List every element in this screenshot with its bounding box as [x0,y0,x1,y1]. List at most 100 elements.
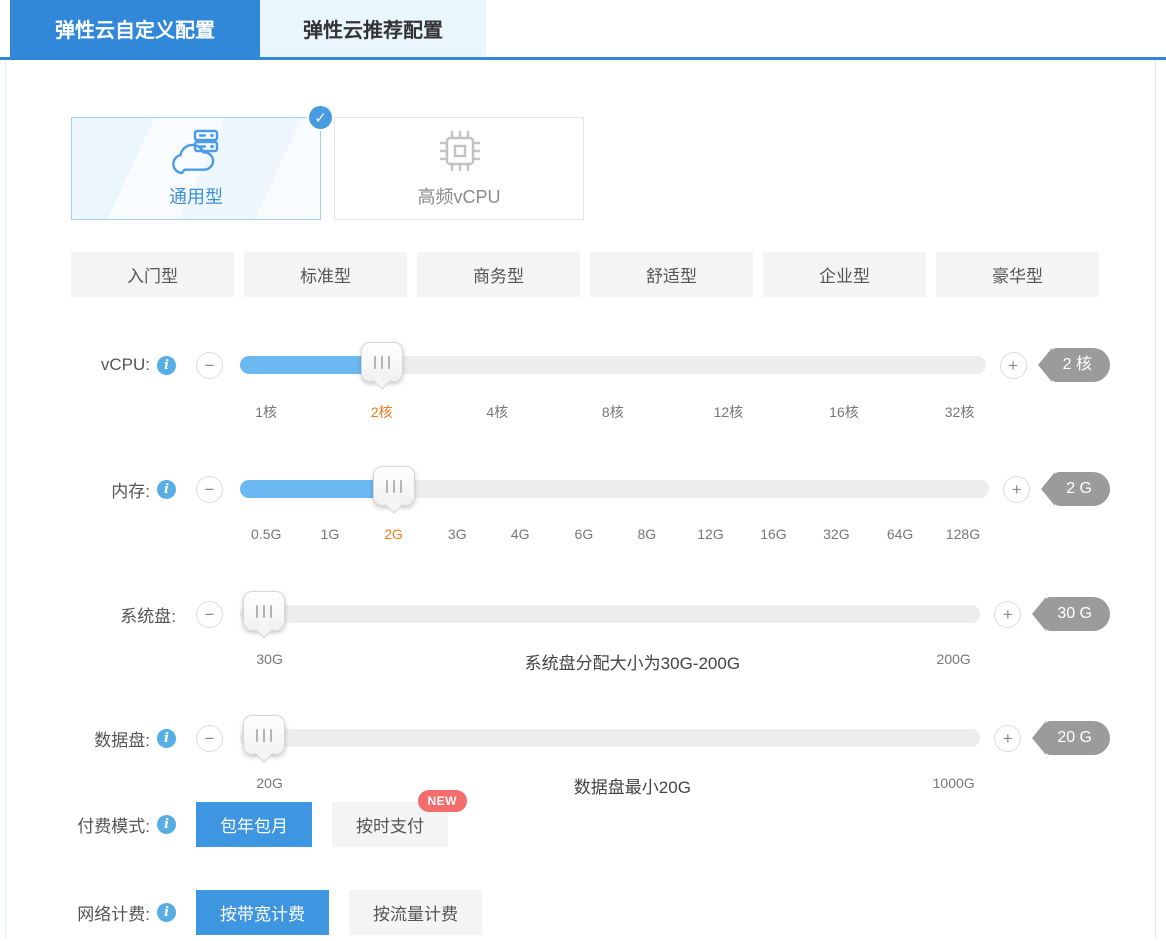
data-disk-value-badge: 20 G [1032,721,1110,755]
system-disk-min-label: 30G [256,651,283,667]
cloud-server-icon [172,129,219,174]
check-icon: ✓ [307,104,334,131]
memory-tick[interactable]: 6G [575,526,594,542]
network-option-by-bandwidth[interactable]: 按带宽计费 [196,890,329,935]
tab-custom-config[interactable]: 弹性云自定义配置 [10,0,260,57]
system-disk-label-text: 系统盘: [120,606,176,626]
data-disk-min-label: 20G [256,775,283,791]
info-icon[interactable]: i [157,903,176,922]
data-disk-label: 数据盘: i [6,726,176,751]
data-disk-slider-row: 数据盘: i − 20G 数据盘最小20G 1000G + 20 G [6,715,1155,797]
payment-option-pay-per-hour[interactable]: 按时支付 NEW [332,790,467,847]
data-disk-slider-handle[interactable] [242,715,285,755]
preset-luxury[interactable]: 豪华型 [936,252,1099,297]
payment-mode-label: 付费模式: i [6,812,176,837]
payment-mode-label-text: 付费模式: [77,817,150,836]
vcpu-tick-selected[interactable]: 2核 [371,402,393,422]
data-disk-slider-track[interactable] [240,729,981,747]
info-icon[interactable]: i [157,815,176,834]
memory-tick[interactable]: 64G [887,526,913,542]
grip-icon [362,343,402,381]
payment-option-label: 按时支付 [356,817,424,836]
vcpu-tick[interactable]: 16核 [829,402,859,422]
network-option-by-traffic[interactable]: 按流量计费 [349,890,482,935]
memory-slider-row: 内存: i − 0.5G 1G 2G 3G 4G 6G 8G 12G 16G 3… [6,466,1155,542]
memory-tick[interactable]: 0.5G [251,526,281,542]
vcpu-tick[interactable]: 1核 [255,402,277,422]
memory-slider-track[interactable] [240,480,990,498]
info-icon[interactable]: i [157,355,176,375]
instance-type-label: 通用型 [169,186,223,207]
vcpu-tick[interactable]: 32核 [945,402,975,422]
vcpu-tick[interactable]: 4核 [486,402,508,422]
payment-option-yearly-monthly[interactable]: 包年包月 [196,802,312,847]
vcpu-slider-handle[interactable] [360,342,403,382]
data-disk-decrease-button[interactable]: − [196,724,223,752]
vcpu-increase-button[interactable]: + [999,351,1027,379]
network-billing-label-text: 网络计费: [77,905,150,924]
data-disk-label-text: 数据盘: [94,730,150,750]
memory-tick-selected[interactable]: 2G [384,526,403,542]
instance-type-label: 高频vCPU [417,186,501,207]
tab-recommended-config[interactable]: 弹性云推荐配置 [260,0,486,57]
vcpu-tick[interactable]: 8核 [602,402,624,422]
system-disk-slider-row: 系统盘: − 30G 系统盘分配大小为30G-200G 200G + 30 G [6,591,1155,673]
memory-tick[interactable]: 1G [321,526,340,542]
memory-increase-button[interactable]: + [1003,475,1031,503]
system-disk-decrease-button[interactable]: − [196,600,223,628]
memory-label: 内存: i [6,477,176,502]
vcpu-decrease-button[interactable]: − [196,351,223,379]
vcpu-tick[interactable]: 12核 [714,402,744,422]
system-disk-increase-button[interactable]: + [994,600,1022,628]
data-disk-track-area: 20G 数据盘最小20G 1000G [240,715,981,797]
data-disk-max-label: 1000G [932,775,975,791]
memory-tick[interactable]: 16G [760,526,786,542]
memory-slider-handle[interactable] [372,466,415,506]
memory-track-area: 0.5G 1G 2G 3G 4G 6G 8G 12G 16G 32G 64G 1… [240,466,990,542]
memory-tick[interactable]: 8G [637,526,656,542]
network-billing-row: 网络计费: i 按带宽计费 按流量计费 [6,890,1155,935]
system-disk-slider-track[interactable] [240,605,981,623]
vcpu-label-text: vCPU: [100,355,150,374]
preset-business[interactable]: 商务型 [417,252,580,297]
data-disk-range-hint: 数据盘最小20G [573,778,691,797]
system-disk-label: 系统盘: [6,602,176,627]
system-disk-slider-handle[interactable] [242,591,285,631]
memory-label-text: 内存: [111,481,150,501]
system-disk-max-label: 200G [936,651,971,667]
grip-icon [374,467,414,505]
memory-tick[interactable]: 32G [823,526,849,542]
system-disk-range-hint: 系统盘分配大小为30G-200G [524,654,741,673]
instance-type-general[interactable]: ✓ 通用型 [71,104,334,220]
preset-comfort[interactable]: 舒适型 [590,252,753,297]
memory-value-badge: 2 G [1041,472,1110,506]
data-disk-increase-button[interactable]: + [994,724,1022,752]
info-icon[interactable]: i [157,479,176,499]
vcpu-slider-row: vCPU: i − 1核 2核 4核 8核 12核 16核 32核 + 2 核 [6,342,1155,420]
vcpu-slider-track[interactable] [240,356,986,374]
memory-slider-fill [240,480,394,498]
vcpu-value-badge: 2 核 [1037,348,1110,382]
info-icon[interactable]: i [157,728,176,748]
preset-enterprise[interactable]: 企业型 [763,252,926,297]
config-panel: ✓ 通用型 高频vCPU 入门型 标准型 商务型 舒适型 企业型 豪华型 vCP… [5,60,1156,938]
preset-row: 入门型 标准型 商务型 舒适型 企业型 豪华型 [6,252,1155,297]
memory-decrease-button[interactable]: − [196,475,223,503]
memory-tick[interactable]: 12G [697,526,723,542]
network-billing-label: 网络计费: i [6,900,176,925]
grip-icon [244,592,284,630]
memory-tick[interactable]: 4G [511,526,530,542]
preset-standard[interactable]: 标准型 [244,252,407,297]
memory-tick[interactable]: 128G [946,526,980,542]
tab-bar: 弹性云自定义配置 弹性云推荐配置 [0,0,1166,60]
instance-type-high-freq-vcpu[interactable]: 高频vCPU [334,117,584,220]
vcpu-label: vCPU: i [6,355,176,375]
vcpu-track-area: 1核 2核 4核 8核 12核 16核 32核 [240,342,986,420]
grip-icon [244,716,284,754]
new-badge: NEW [417,790,467,812]
instance-type-cards: ✓ 通用型 高频vCPU [6,104,1155,220]
system-disk-track-area: 30G 系统盘分配大小为30G-200G 200G [240,591,981,673]
memory-tick[interactable]: 3G [448,526,467,542]
cpu-chip-icon [439,130,481,171]
preset-entry[interactable]: 入门型 [71,252,234,297]
